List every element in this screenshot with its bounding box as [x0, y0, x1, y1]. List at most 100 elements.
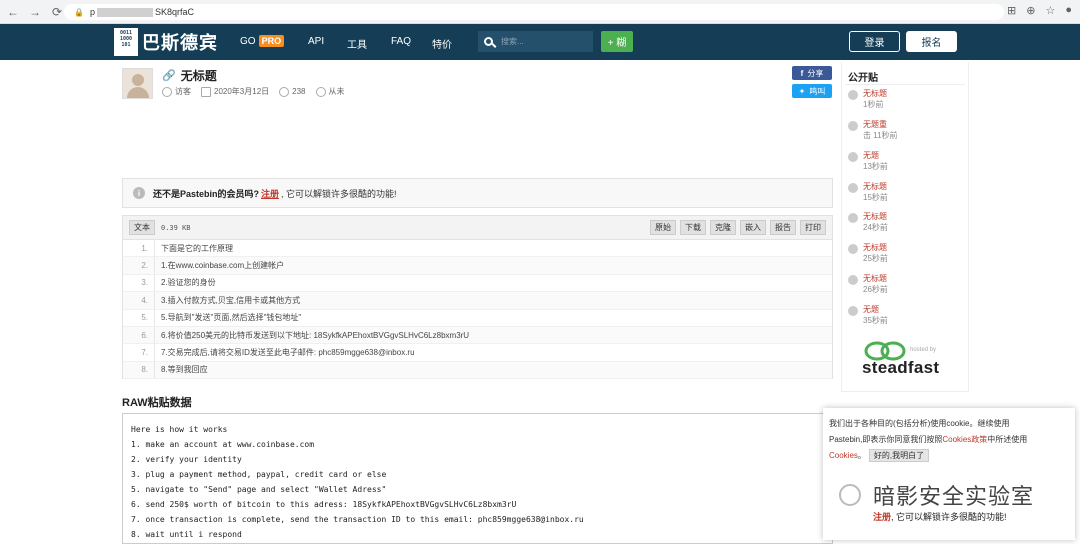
- raw-line: 8. wait until i respond: [131, 530, 242, 539]
- raw-data-textarea[interactable]: Here is how it works 1. make an account …: [122, 413, 833, 544]
- nav-faq[interactable]: FAQ: [391, 36, 411, 47]
- globe-icon: [848, 213, 858, 223]
- browser-chrome: ← → ⟳ 🔒 p SK8qrfaC ⊞ ⊕ ☆ ●: [0, 0, 1080, 24]
- twitter-share-button[interactable]: ✦ 鸣叫: [792, 84, 832, 98]
- register-button[interactable]: 报名: [906, 31, 957, 52]
- nav-go[interactable]: GO PRO: [240, 35, 285, 47]
- raw-line: 2. verify your identity: [131, 455, 242, 464]
- code-line: 1. 下面是它的工作原理: [123, 240, 832, 258]
- cookies-link[interactable]: Cookies: [829, 451, 858, 460]
- watermark-overlay-notice: 注册, 它可以解锁许多很酷的功能!: [873, 512, 1007, 522]
- public-paste-item[interactable]: 无题 35秒前: [848, 304, 888, 326]
- code-line: 2. 1.在www.coinbase.com上创建帐户: [123, 257, 832, 275]
- forward-icon[interactable]: →: [26, 3, 44, 21]
- code-lines: 1. 下面是它的工作原理 2. 1.在www.coinbase.com上创建帐户 3…: [123, 240, 832, 380]
- wechat-icon: [839, 484, 861, 506]
- views: 238: [279, 86, 306, 97]
- pro-badge[interactable]: PRO: [258, 35, 285, 47]
- raw-line: 5. navigate to "Send" page and select "W…: [131, 485, 387, 494]
- paste-size: 0.39 KB: [161, 223, 191, 232]
- raw-data-title: RAW粘贴数据: [122, 397, 192, 409]
- search-placeholder: 搜索...: [501, 37, 524, 46]
- public-paste-item[interactable]: 无标题 15秒前: [848, 181, 888, 203]
- address-bar[interactable]: 🔒 p SK8qrfaC: [64, 4, 1004, 20]
- clone-button[interactable]: 克隆: [710, 220, 736, 235]
- syntax-tag[interactable]: 文本: [129, 220, 155, 235]
- globe-icon: [848, 244, 858, 254]
- download-button[interactable]: 下载: [680, 220, 706, 235]
- public-paste-item[interactable]: 无标题 1秒前: [848, 88, 887, 110]
- nav-tools[interactable]: 工具: [347, 36, 367, 51]
- zoom-icon[interactable]: ⊕: [1026, 4, 1035, 17]
- sponsor-name[interactable]: steadfast: [862, 358, 939, 378]
- new-paste-button[interactable]: + 糊: [601, 31, 633, 52]
- nav-api[interactable]: API: [308, 36, 324, 47]
- calendar-icon: [201, 86, 211, 97]
- translate-icon[interactable]: ⊞: [1007, 4, 1016, 17]
- globe-icon: [848, 121, 858, 131]
- link-icon: 🔗: [162, 70, 176, 82]
- public-paste-item[interactable]: 无题重击 11秒前: [848, 119, 898, 141]
- code-toolbar: 文本 0.39 KB 原始 下载 克隆 嵌入 报告 打印: [123, 216, 832, 240]
- eye-icon: [279, 86, 290, 97]
- public-paste-item[interactable]: 无标题 25秒前: [848, 242, 888, 264]
- search-input[interactable]: 搜索...: [478, 31, 593, 52]
- user-icon: [162, 86, 172, 97]
- paste-title: 🔗 无标题: [162, 69, 217, 83]
- login-button[interactable]: 登录: [849, 31, 900, 52]
- site-logo[interactable]: 0011 1000 101 巴斯德宾: [114, 28, 218, 56]
- star-icon[interactable]: ☆: [1045, 4, 1055, 17]
- url-prefix: p: [89, 7, 95, 17]
- watermark: 暗影安全实验室: [833, 478, 1075, 512]
- sponsor-hosted-label: hosted by: [910, 347, 937, 353]
- site-header: 0011 1000 101 巴斯德宾 GO PRO API 工具 FAQ 特价 搜索.…: [0, 24, 1080, 60]
- raw-line: 6. send 250$ worth of bitcoin to this ad…: [131, 500, 517, 509]
- clock-icon: [315, 86, 326, 97]
- code-line: 3. 2.验证您的身份: [123, 274, 832, 293]
- raw-line: 7. once transaction is complete, send th…: [131, 515, 584, 524]
- avatar: [122, 68, 153, 99]
- globe-icon: [848, 90, 858, 100]
- embed-button[interactable]: 嵌入: [740, 220, 766, 235]
- author: 访客: [162, 86, 191, 97]
- code-line: 4. 3.插入付款方式,贝宝,信用卡或其他方式: [123, 292, 832, 310]
- cookie-policy-link[interactable]: Cookies政策: [942, 435, 987, 444]
- watermark-text: 暗影安全实验室: [873, 484, 1035, 509]
- twitter-icon: ✦: [798, 86, 806, 96]
- print-button[interactable]: 打印: [800, 220, 826, 235]
- browser-actions: ⊞ ⊕ ☆ ●: [1007, 4, 1072, 17]
- url-redacted: [96, 7, 153, 17]
- lock-icon: 🔒: [74, 7, 84, 17]
- raw-line: 1. make an account at www.coinbase.com: [131, 440, 315, 449]
- logo-icon: 0011 1000 101: [114, 28, 138, 56]
- expires: 从未: [315, 86, 345, 97]
- code-line: 5. 5.导航到"发送"页面,然后选择"钱包地址": [123, 309, 832, 327]
- cookie-accept-button[interactable]: 好的,我明白了: [868, 449, 930, 462]
- raw-line: 3. plug a payment method, paypal, credit…: [131, 470, 387, 479]
- member-notice: i 还不是Pastebin的会员吗? 注册 , 它可以解锁许多很酷的功能!: [122, 178, 833, 208]
- nav-deals[interactable]: 特价: [432, 36, 452, 51]
- info-icon: i: [133, 187, 145, 199]
- report-button[interactable]: 报告: [770, 220, 796, 235]
- paste-code-box: 文本 0.39 KB 原始 下载 克隆 嵌入 报告 打印 1. 下面是它的工作原理…: [122, 215, 833, 380]
- back-icon[interactable]: ←: [4, 3, 22, 21]
- paste-meta: 访客 2020年3月12日 238 从未: [162, 86, 345, 97]
- code-line: 8. 8.等到我回应: [123, 361, 832, 380]
- search-icon: [484, 37, 493, 46]
- globe-icon: [848, 183, 858, 193]
- url-suffix: SK8qrfaC: [154, 7, 195, 17]
- code-line: 6. 6.将价值250美元的比特币发送到以下地址: 18SykfkAPEhoxtB…: [123, 326, 832, 345]
- raw-line: Here is how it works: [131, 425, 228, 434]
- account-icon[interactable]: ●: [1065, 4, 1072, 17]
- raw-button[interactable]: 原始: [650, 220, 676, 235]
- facebook-share-button[interactable]: f 分享: [792, 66, 832, 80]
- public-paste-item[interactable]: 无标题 24秒前: [848, 211, 888, 233]
- sidebar-title: 公开贴: [848, 73, 878, 84]
- public-paste-item[interactable]: 无标题 26秒前: [848, 273, 888, 295]
- logo-text: 巴斯德宾: [142, 33, 218, 53]
- globe-icon: [848, 306, 858, 316]
- register-link[interactable]: 注册: [261, 187, 279, 200]
- public-paste-item[interactable]: 无题 13秒前: [848, 150, 888, 172]
- globe-icon: [848, 152, 858, 162]
- code-line: 7. 7.交易完成后,请将交易ID发送至此电子邮件: phc859mgge638@…: [123, 344, 832, 362]
